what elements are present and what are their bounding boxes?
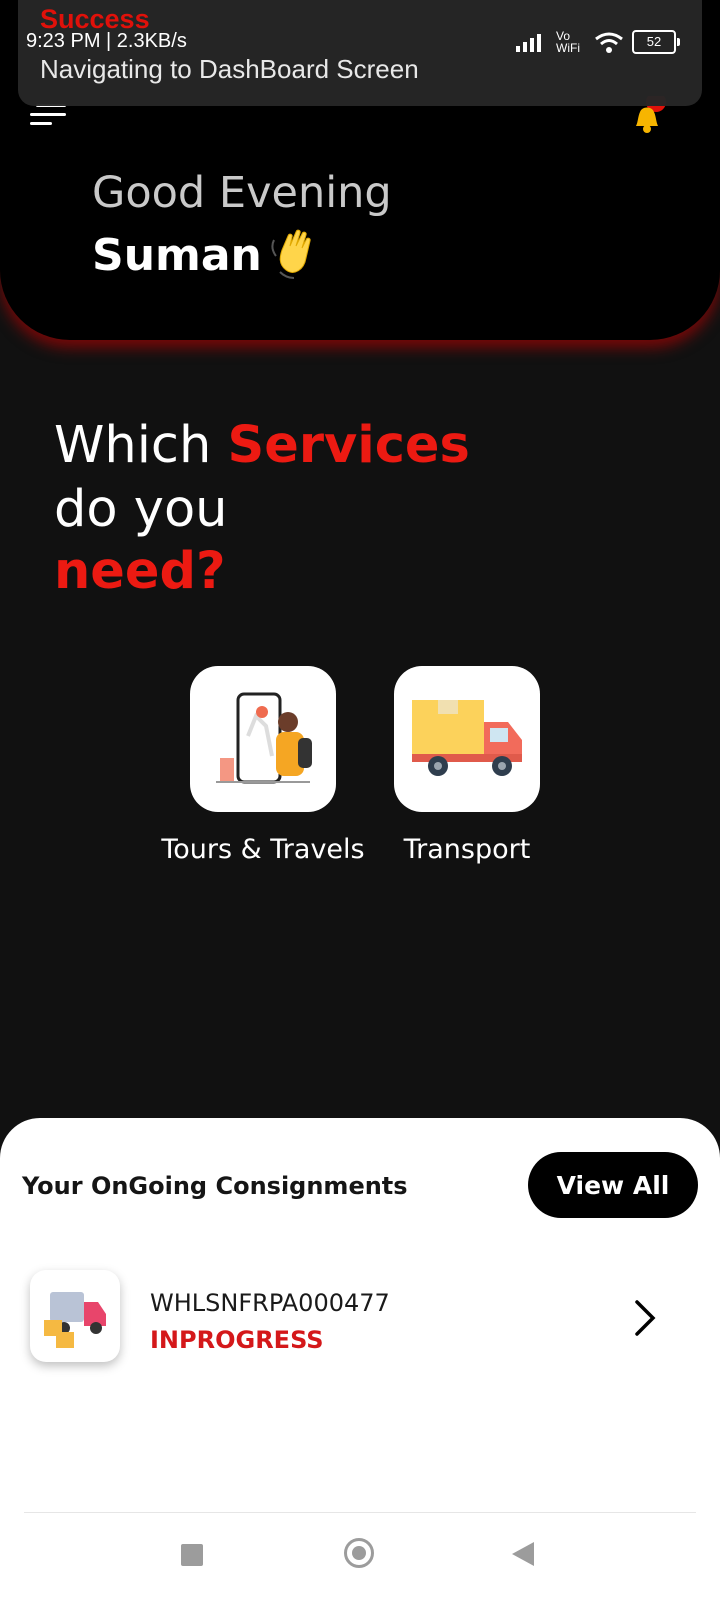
tours-travels-card[interactable] xyxy=(190,666,336,812)
tours-travels-icon xyxy=(216,692,312,784)
wifi-icon xyxy=(595,32,623,53)
view-all-button[interactable]: View All xyxy=(528,1152,698,1218)
heading-do-you: do you xyxy=(54,480,228,539)
vowifi-label: Vo WiFi xyxy=(556,29,580,55)
tours-travels-label[interactable]: Tours & Travels xyxy=(152,834,374,865)
user-name: Suman xyxy=(92,230,262,281)
delivery-truck-icon xyxy=(44,1292,106,1348)
ongoing-consignments-title: Your OnGoing Consignments xyxy=(22,1172,408,1200)
heading-which: Which xyxy=(54,416,228,475)
status-icons: Vo WiFi 52 xyxy=(516,28,680,56)
toast-message: Navigating to DashBoard Screen xyxy=(40,54,419,84)
waving-hand-icon xyxy=(271,229,311,279)
home-icon[interactable] xyxy=(344,1538,374,1568)
recent-apps-icon[interactable] xyxy=(181,1544,203,1566)
truck-icon xyxy=(412,700,522,776)
menu-icon[interactable] xyxy=(30,104,70,126)
signal-icon xyxy=(516,34,541,52)
greeting-text: Good Evening xyxy=(92,168,392,218)
consignment-thumbnail[interactable] xyxy=(30,1270,120,1362)
status-time: 9:23 PM | 2.3KB/s xyxy=(26,30,187,52)
transport-label[interactable]: Transport xyxy=(388,834,546,865)
back-icon[interactable] xyxy=(512,1542,534,1566)
services-heading-line1: Which Services xyxy=(54,414,470,478)
heading-services: Services xyxy=(227,416,470,475)
transport-card[interactable] xyxy=(394,666,540,812)
heading-need: need? xyxy=(54,542,226,601)
consignment-status: INPROGRESS xyxy=(150,1326,324,1354)
chevron-right-icon[interactable] xyxy=(632,1298,658,1338)
battery-icon: 52 xyxy=(632,30,680,54)
nav-divider xyxy=(24,1512,696,1513)
consignment-id: WHLSNFRPA000477 xyxy=(150,1289,390,1317)
